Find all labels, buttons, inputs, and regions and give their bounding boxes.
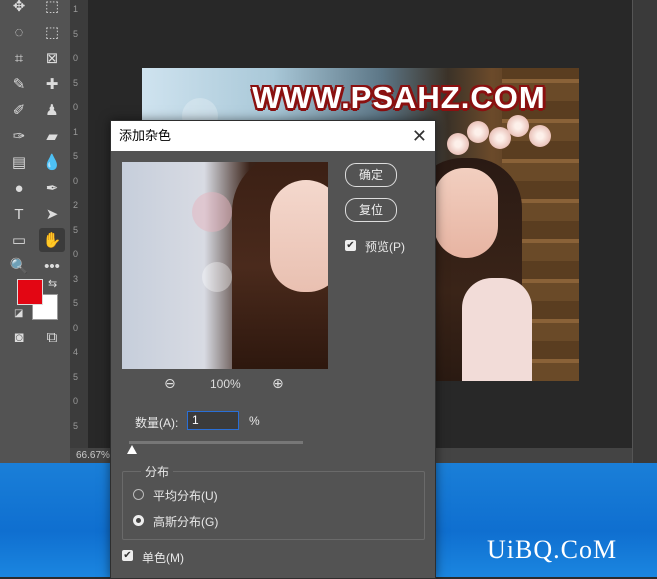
ok-button[interactable]: 确定 [345,163,397,187]
brush-tool-icon[interactable]: ✐ [6,98,32,122]
ruler-tick-label: 5 [73,224,79,235]
tools-panel: ⇆ ◪ ✥ ⬚ ◌ ⬚ ⌗ ⊠ ✎ ✚ ✐ ♟ ✑ ▰ ▤ 💧 ● ✒ T ➤ ▭ ✋ 🔍 ••• ◙ ⧉ [0,0,71,463]
girl-shoulder [462,278,532,381]
amount-slider-thumb[interactable] [126,445,137,454]
amount-unit: % [249,414,260,428]
ruler-tick-label: 5 [73,371,79,382]
close-icon[interactable]: ✕ [412,121,427,151]
marquee-tool-icon[interactable]: ⬚ [39,0,65,18]
add-noise-dialog: 添加杂色 ✕ ⊖ 100% ⊕ 确定 复位 ✔ 预览(P) 数量(A): 1 %… [110,120,436,579]
ruler-tick-label: 0 [73,102,79,112]
ruler-tick-label: 0 [73,53,79,63]
girl-face [434,168,498,258]
vertical-ruler: 1 5 0 5 0 1 5 0 2 5 0 3 5 0 4 5 0 5 [70,0,89,448]
healing-tool-icon[interactable]: ✚ [39,72,65,96]
screen-mode-tool-icon[interactable]: ⧉ [39,325,65,349]
ruler-tick-label: 0 [73,396,79,406]
flower-crown [447,113,567,168]
type-tool-icon[interactable]: T [6,202,32,226]
psahz-watermark: WWW.PSAHZ.COM [252,80,546,115]
crop-tool-icon[interactable]: ⌗ [6,46,32,70]
distribution-title: 分布 [141,463,174,480]
eyedropper-tool-icon[interactable]: ✎ [6,72,32,96]
ruler-tick-label: 3 [73,273,79,284]
zoom-status: 66.67% [76,450,110,461]
stamp-tool-icon[interactable]: ♟ [39,98,65,122]
pen-tool-icon[interactable]: ✒ [39,176,65,200]
lasso-tool-icon[interactable]: ◌ [6,20,32,44]
uniform-label: 平均分布(U) [153,489,218,503]
amount-input[interactable]: 1 [187,411,239,430]
zoom-out-icon[interactable]: ⊖ [164,375,176,392]
ruler-tick-label: 0 [73,322,79,333]
preview-label: 预览(P) [365,240,405,254]
frame-tool-icon[interactable]: ⊠ [39,46,65,70]
rectangle-tool-icon[interactable]: ▭ [6,228,32,252]
more-tools-icon[interactable]: ••• [39,254,65,278]
preview-zoom-value: 100% [210,377,241,391]
ruler-tick-label: 0 [73,175,79,186]
gradient-tool-icon[interactable]: ▤ [6,150,32,174]
eraser-tool-icon[interactable]: ▰ [39,124,65,148]
gaussian-label: 高斯分布(G) [153,515,219,529]
quick-mask-tool-icon[interactable]: ◙ [6,325,32,349]
swap-colors-icon[interactable]: ⇆ [48,277,57,290]
path-select-tool-icon[interactable]: ➤ [39,202,65,226]
move-tool-icon[interactable]: ✥ [6,0,32,18]
ruler-tick-label: 5 [73,77,79,88]
panel-dock-strip [632,0,657,463]
preview-face [270,180,328,292]
ruler-tick-label: 0 [73,249,79,259]
dialog-title: 添加杂色 [119,128,172,143]
preview-zoom-controls: ⊖ 100% ⊕ [122,375,328,395]
amount-slider-track[interactable] [129,441,303,444]
gaussian-radio[interactable] [133,515,144,526]
blur-tool-icon[interactable]: 💧 [39,150,65,174]
ruler-tick-label: 5 [73,298,79,308]
history-brush-tool-icon[interactable]: ✑ [6,124,32,148]
amount-label: 数量(A): [135,416,179,430]
object-select-tool-icon[interactable]: ⬚ [39,20,65,44]
ruler-tick-label: 1 [73,4,79,14]
reset-button[interactable]: 复位 [345,198,397,222]
monochromatic-label: 单色(M) [142,551,184,565]
ruler-tick-label: 5 [73,420,79,431]
default-colors-icon[interactable]: ◪ [14,308,23,319]
zoom-in-icon[interactable]: ⊕ [272,375,284,392]
uniform-radio[interactable] [133,489,144,500]
ruler-tick-label: 5 [73,151,79,161]
dodge-tool-icon[interactable]: ● [6,176,32,200]
ruler-tick-label: 5 [73,28,79,39]
monochromatic-checkbox[interactable]: ✔ [122,550,133,561]
preview-checkbox[interactable]: ✔ [345,240,356,251]
dialog-titlebar[interactable]: 添加杂色 ✕ [111,121,435,151]
uibq-watermark: UiBQ.CoM [487,535,618,564]
zoom-tool-icon[interactable]: 🔍 [6,254,32,278]
ruler-tick-label: 4 [73,347,79,357]
foreground-color-swatch[interactable] [17,279,43,305]
hand-tool-icon[interactable]: ✋ [39,228,65,252]
ruler-tick-label: 1 [73,126,79,137]
ruler-tick-label: 2 [73,200,79,210]
filter-preview[interactable] [122,162,328,369]
